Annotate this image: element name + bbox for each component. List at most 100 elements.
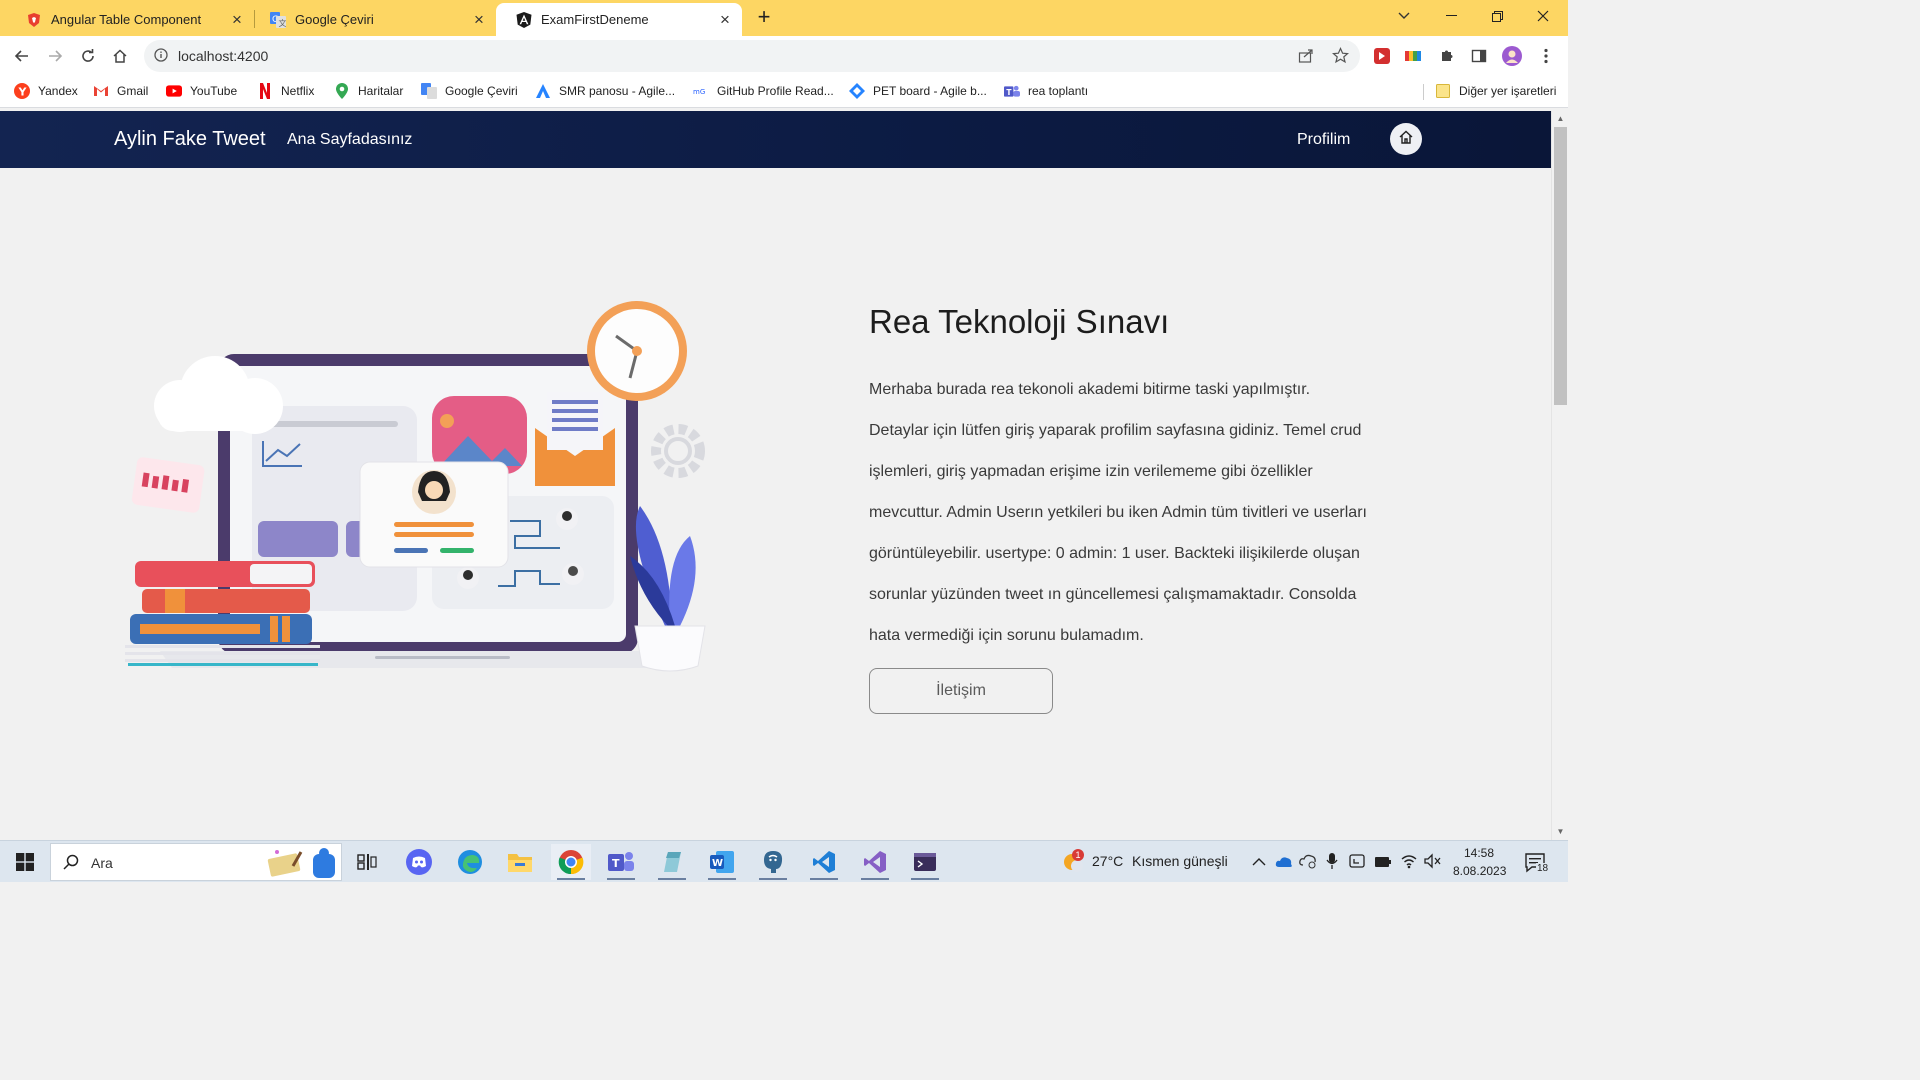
hero-paragraph: Merhaba burada rea tekonoli akademi biti… <box>869 381 1367 644</box>
maps-icon <box>334 83 350 99</box>
scroll-down-arrow-icon[interactable]: ▼ <box>1556 827 1565 836</box>
home-button[interactable] <box>1390 123 1422 155</box>
angular-icon <box>516 11 532 28</box>
postgresql-icon[interactable] <box>753 844 793 880</box>
terminal-icon[interactable] <box>905 844 945 880</box>
weather-alert-badge: 1 <box>1072 849 1084 861</box>
clock-date[interactable]: 8.08.2023 <box>1453 864 1506 878</box>
browser-tab-strip: Angular Table Component × G文 Google Çevi… <box>0 0 1568 36</box>
browser-toolbar: localhost:4200 <box>0 36 1568 76</box>
tab-examfirstdeneme[interactable]: ExamFirstDeneme × <box>496 3 742 36</box>
clock-time[interactable]: 14:58 <box>1464 846 1494 860</box>
bookmarks-bar: Y Yandex Gmail YouTube Netflix Haritalar… <box>0 76 1568 108</box>
profile-avatar[interactable] <box>1502 46 1522 66</box>
nav-profile-link[interactable]: Profilim <box>1297 131 1350 149</box>
reload-icon[interactable] <box>76 44 100 68</box>
bookmark-google-ceviri[interactable]: Google Çeviri <box>421 83 518 99</box>
wifi-icon[interactable] <box>1400 853 1418 874</box>
bookmark-netflix[interactable]: Netflix <box>257 83 314 99</box>
vscode-icon[interactable] <box>804 844 844 880</box>
close-window-button[interactable] <box>1520 0 1566 32</box>
url-text: localhost:4200 <box>178 48 269 64</box>
yandex-icon: Y <box>14 83 30 99</box>
share-icon[interactable] <box>1298 48 1314 69</box>
bookmark-pet-board[interactable]: PET board - Agile b... <box>849 83 987 99</box>
youtube-icon <box>166 83 182 99</box>
close-icon[interactable]: × <box>470 10 488 29</box>
site-info-icon[interactable] <box>154 48 168 67</box>
tab-label: ExamFirstDeneme <box>541 12 649 27</box>
svg-text:W: W <box>712 858 723 869</box>
bookmark-github-readme[interactable]: mG GitHub Profile Read... <box>693 83 834 99</box>
new-tab-button[interactable]: + <box>752 6 776 30</box>
extension-color-icon[interactable] <box>1404 46 1424 66</box>
bookmark-other-folder[interactable]: Diğer yer işaretleri <box>1435 83 1556 99</box>
notepad-app-icon[interactable] <box>652 844 692 880</box>
back-arrow-icon[interactable] <box>10 44 34 68</box>
home-icon[interactable] <box>108 44 132 68</box>
word-icon[interactable]: W <box>702 844 742 880</box>
bookmark-yandex[interactable]: Y Yandex <box>14 83 78 99</box>
scroll-thumb[interactable] <box>1554 127 1567 405</box>
microphone-icon[interactable] <box>1326 852 1338 875</box>
brand-link[interactable]: Aylin Fake Tweet <box>114 128 266 151</box>
battery-icon[interactable] <box>1374 855 1392 873</box>
hero-title: Rea Teknoloji Sınavı <box>869 303 1170 340</box>
visual-studio-icon[interactable] <box>855 844 895 880</box>
bookmark-star-icon[interactable] <box>1331 47 1350 69</box>
hero-illustration <box>125 301 706 672</box>
brave-shield-icon <box>26 12 42 28</box>
forward-arrow-icon[interactable] <box>43 44 67 68</box>
app-navbar: Aylin Fake Tweet Ana Sayfadasınız Profil… <box>0 111 1551 168</box>
file-explorer-icon[interactable] <box>500 844 540 880</box>
search-highlight-illustration-icon <box>263 846 341 885</box>
chrome-icon[interactable] <box>551 844 591 880</box>
windows-start-icon[interactable] <box>5 844 45 880</box>
weather-description[interactable]: Kısmen güneşli <box>1132 853 1228 869</box>
close-icon[interactable]: × <box>228 10 246 29</box>
windows-taskbar: Ara T W 1 27°C Kısmen güneşli 14:58 8.08… <box>0 840 1568 882</box>
jira-icon <box>535 83 551 99</box>
close-icon[interactable]: × <box>716 10 734 29</box>
teams-icon[interactable]: T <box>601 844 641 880</box>
nav-home-link[interactable]: Ana Sayfadasınız <box>287 131 412 149</box>
home-icon <box>1398 129 1414 150</box>
gmail-icon <box>93 83 109 99</box>
bookmark-youtube[interactable]: YouTube <box>166 83 237 99</box>
bookmark-rea-toplanti[interactable]: T rea toplantı <box>1004 83 1088 99</box>
tab-label: Google Çeviri <box>295 12 374 27</box>
address-bar[interactable]: localhost:4200 <box>144 40 1360 72</box>
weather-temperature[interactable]: 27°C <box>1092 853 1123 869</box>
discord-icon[interactable] <box>399 844 439 880</box>
scroll-up-arrow-icon[interactable]: ▲ <box>1556 114 1565 123</box>
meet-now-icon[interactable] <box>1349 853 1367 874</box>
bookmark-haritalar[interactable]: Haritalar <box>334 83 403 99</box>
search-icon <box>63 854 79 875</box>
tab-label: Angular Table Component <box>51 12 202 27</box>
speaker-muted-icon[interactable] <box>1424 853 1442 874</box>
restore-button[interactable] <box>1474 0 1520 32</box>
taskbar-search-box[interactable]: Ara <box>50 843 342 881</box>
contact-button[interactable]: İletişim <box>869 668 1053 714</box>
tab-google-translate[interactable]: G文 Google Çeviri × <box>250 3 496 36</box>
tab-angular-table[interactable]: Angular Table Component × <box>6 3 254 36</box>
svg-text:T: T <box>612 857 620 870</box>
svg-text:T: T <box>1006 87 1012 96</box>
jira-board-icon <box>849 83 865 99</box>
netflix-icon <box>257 83 273 99</box>
network-cloud-icon[interactable] <box>1299 853 1317 874</box>
bookmark-gmail[interactable]: Gmail <box>93 83 148 99</box>
page-scrollbar[interactable]: ▲ ▼ <box>1551 111 1568 840</box>
show-hidden-icons-chevron-up-icon[interactable] <box>1252 854 1266 872</box>
bookmark-smr-panosu[interactable]: SMR panosu - Agile... <box>535 83 675 99</box>
edge-icon[interactable] <box>450 844 490 880</box>
task-view-icon[interactable] <box>347 844 387 880</box>
extensions-puzzle-icon[interactable] <box>1437 46 1457 66</box>
onedrive-cloud-icon[interactable] <box>1275 855 1293 873</box>
side-panel-icon[interactable] <box>1469 46 1489 66</box>
tab-search-chevron-icon[interactable] <box>1381 0 1427 32</box>
extension-red-icon[interactable] <box>1372 46 1392 66</box>
minimize-button[interactable] <box>1428 0 1474 32</box>
menu-kebab-icon[interactable] <box>1536 46 1556 66</box>
notification-count: 18 <box>1536 863 1550 874</box>
